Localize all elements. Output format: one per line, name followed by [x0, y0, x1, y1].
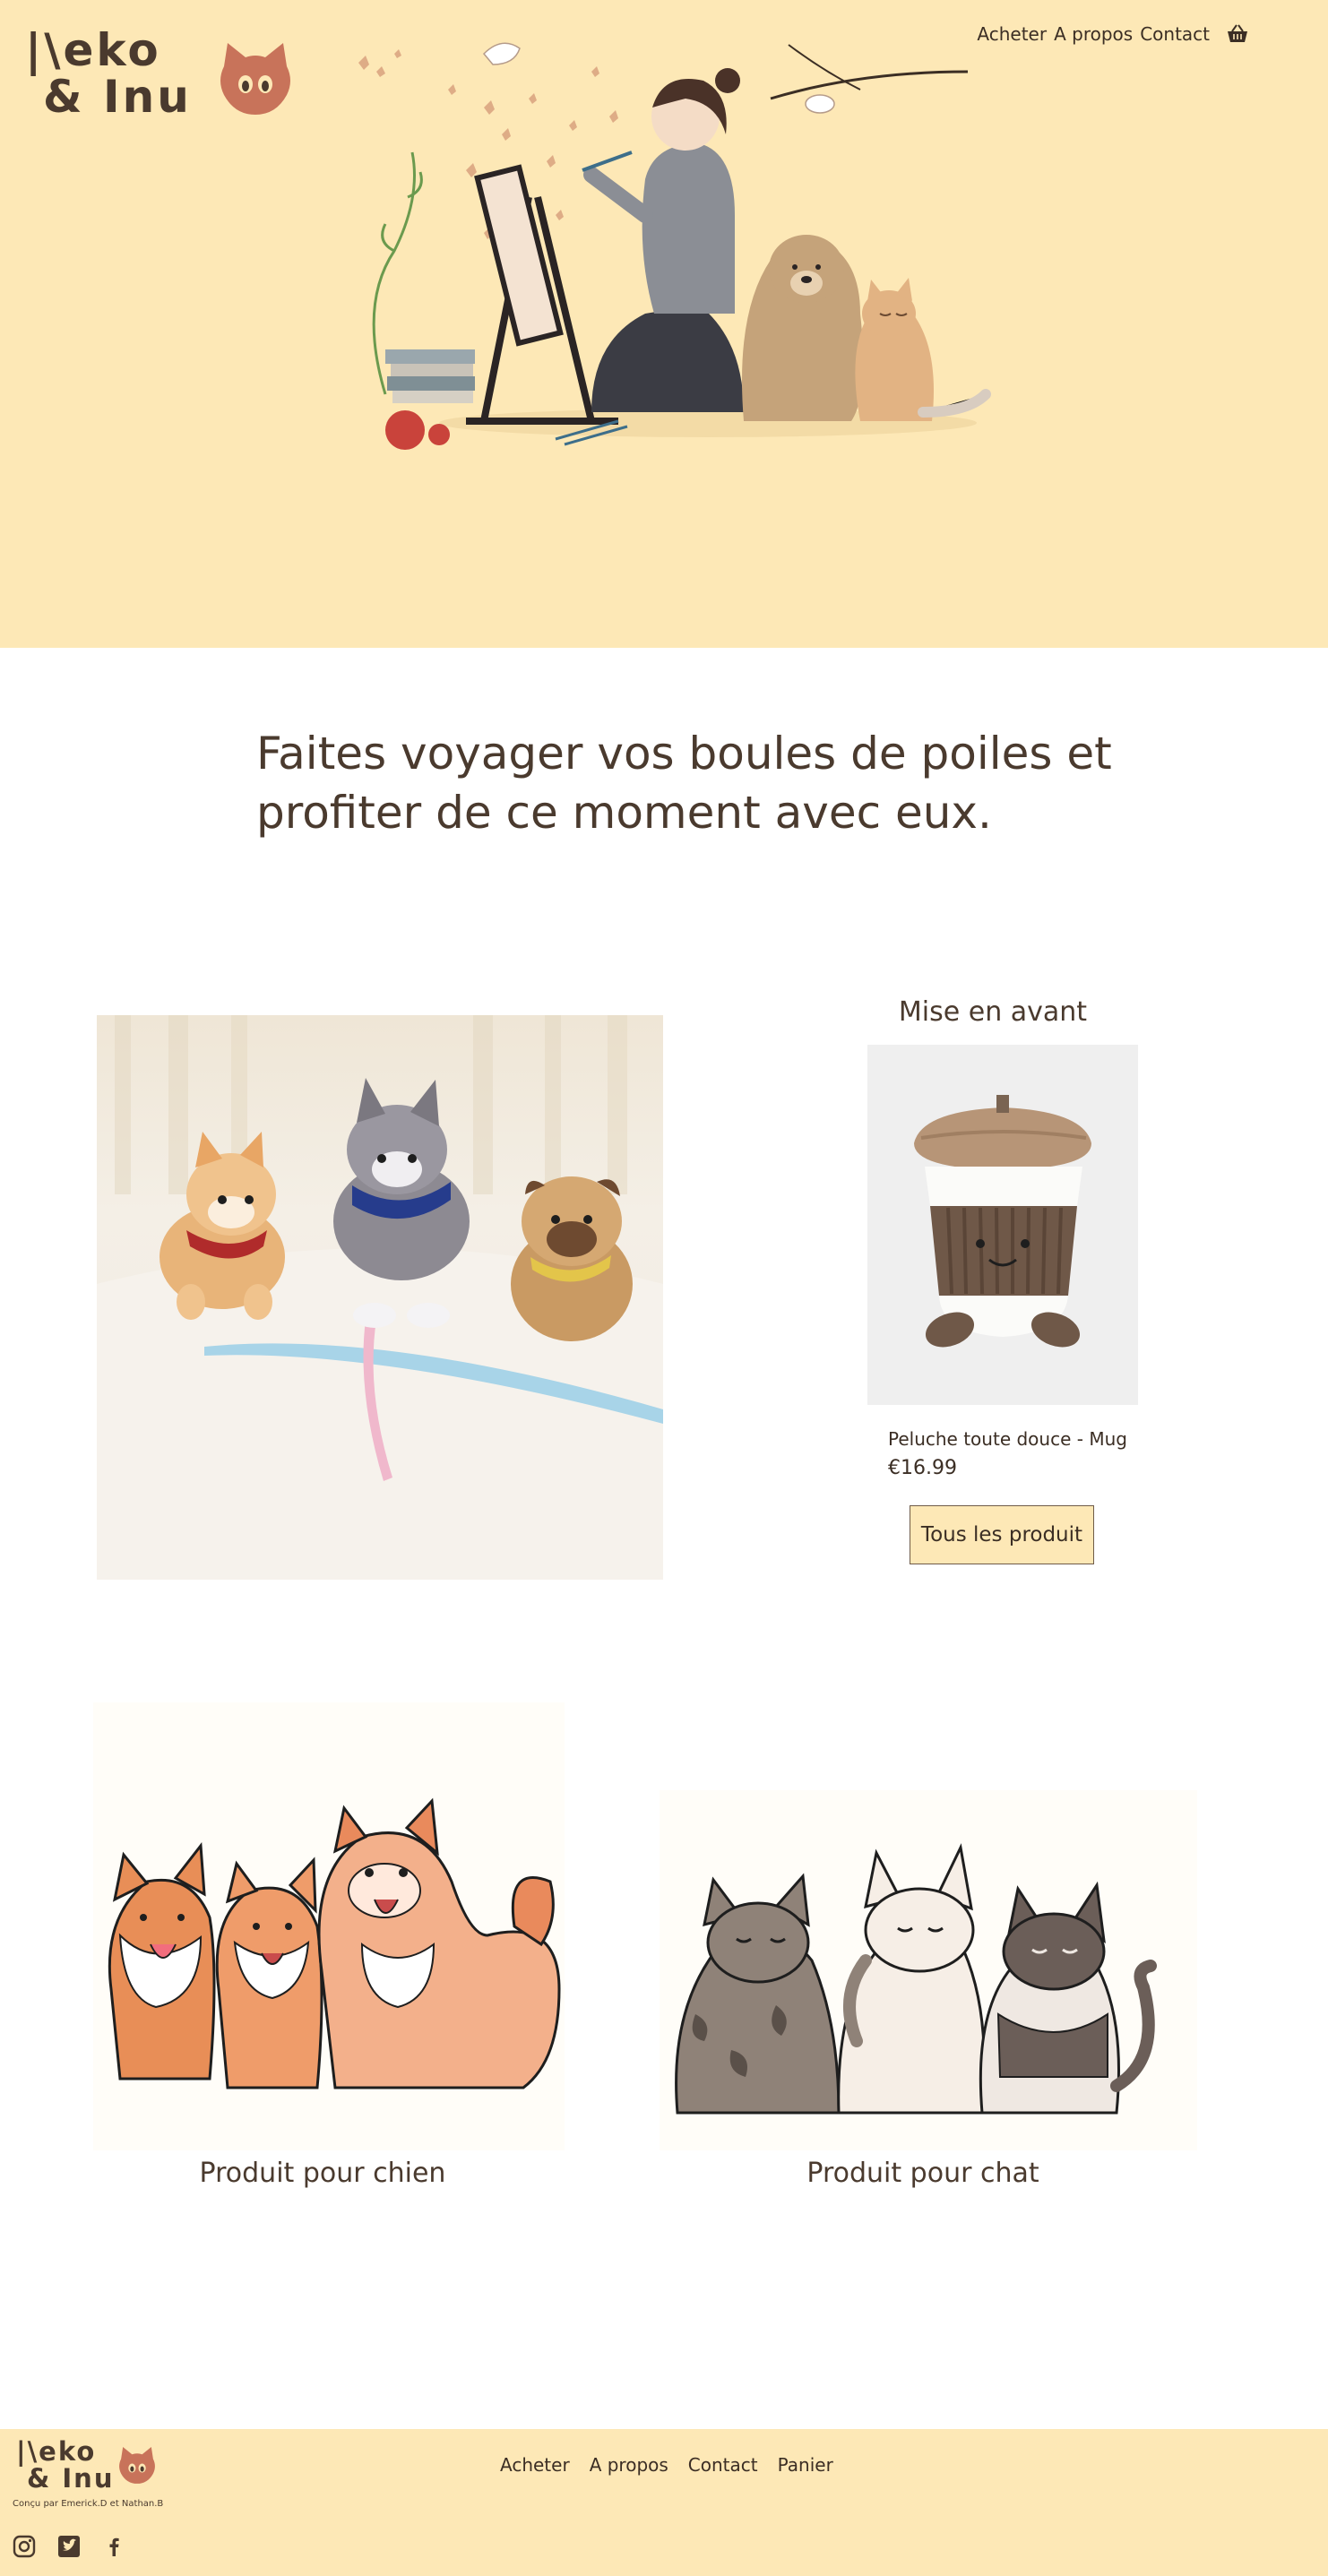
logo-text: |\eko & Inu — [25, 27, 192, 120]
footer-logo[interactable]: |\eko & Inu — [16, 2438, 195, 2501]
footer-logo-text: |\eko & Inu — [16, 2438, 114, 2492]
instagram-icon[interactable] — [13, 2535, 36, 2558]
dog-products-card[interactable] — [93, 1702, 565, 2150]
cat-products-card[interactable] — [660, 1790, 1197, 2150]
footer-credit: Conçu par Emerick.D et Nathan.B — [13, 2499, 164, 2509]
site-logo[interactable]: |\eko & Inu — [25, 27, 294, 125]
product-price: €16.99 — [888, 1457, 957, 1479]
footer-logo-line-1: |\eko — [16, 2436, 97, 2467]
featured-product-image[interactable] — [867, 1045, 1138, 1405]
footer-nav-a-propos[interactable]: A propos — [590, 2454, 668, 2476]
logo-line-2: & Inu — [43, 71, 192, 123]
logo-line-1: |\eko — [25, 24, 161, 76]
dog-products-label[interactable]: Produit pour chien — [93, 2158, 552, 2189]
social-links — [13, 2535, 125, 2558]
footer-logo-line-2: & Inu — [27, 2463, 115, 2494]
site-footer: |\eko & Inu Conçu par Emerick.D et Natha… — [0, 2429, 1328, 2576]
all-products-button[interactable]: Tous les produit — [910, 1505, 1094, 1564]
footer-nav-acheter[interactable]: Acheter — [500, 2454, 570, 2476]
hero-illustration — [358, 42, 991, 450]
hero-header: |\eko & Inu Acheter A propos Contact — [0, 0, 1328, 648]
main-nav: Acheter A propos Contact — [977, 23, 1249, 45]
nav-contact[interactable]: Contact — [1140, 23, 1210, 45]
facebook-icon[interactable] — [102, 2535, 125, 2558]
product-name[interactable]: Peluche toute douce - Mug — [888, 1428, 1127, 1450]
page-tagline: Faites voyager vos boules de poiles et p… — [256, 728, 1112, 839]
cat-logo-icon — [220, 43, 290, 115]
twitter-icon[interactable] — [57, 2535, 81, 2558]
featured-title: Mise en avant — [898, 996, 1088, 1028]
footer-nav-contact[interactable]: Contact — [688, 2454, 758, 2476]
footer-nav-panier[interactable]: Panier — [778, 2454, 833, 2476]
footer-cat-logo-icon — [119, 2447, 155, 2484]
nav-a-propos[interactable]: A propos — [1054, 23, 1133, 45]
plush-dogs-photo — [97, 1015, 663, 1580]
footer-nav: Acheter A propos Contact Panier — [500, 2454, 833, 2476]
cat-products-label[interactable]: Produit pour chat — [699, 2158, 1147, 2189]
basket-icon[interactable] — [1226, 23, 1249, 45]
